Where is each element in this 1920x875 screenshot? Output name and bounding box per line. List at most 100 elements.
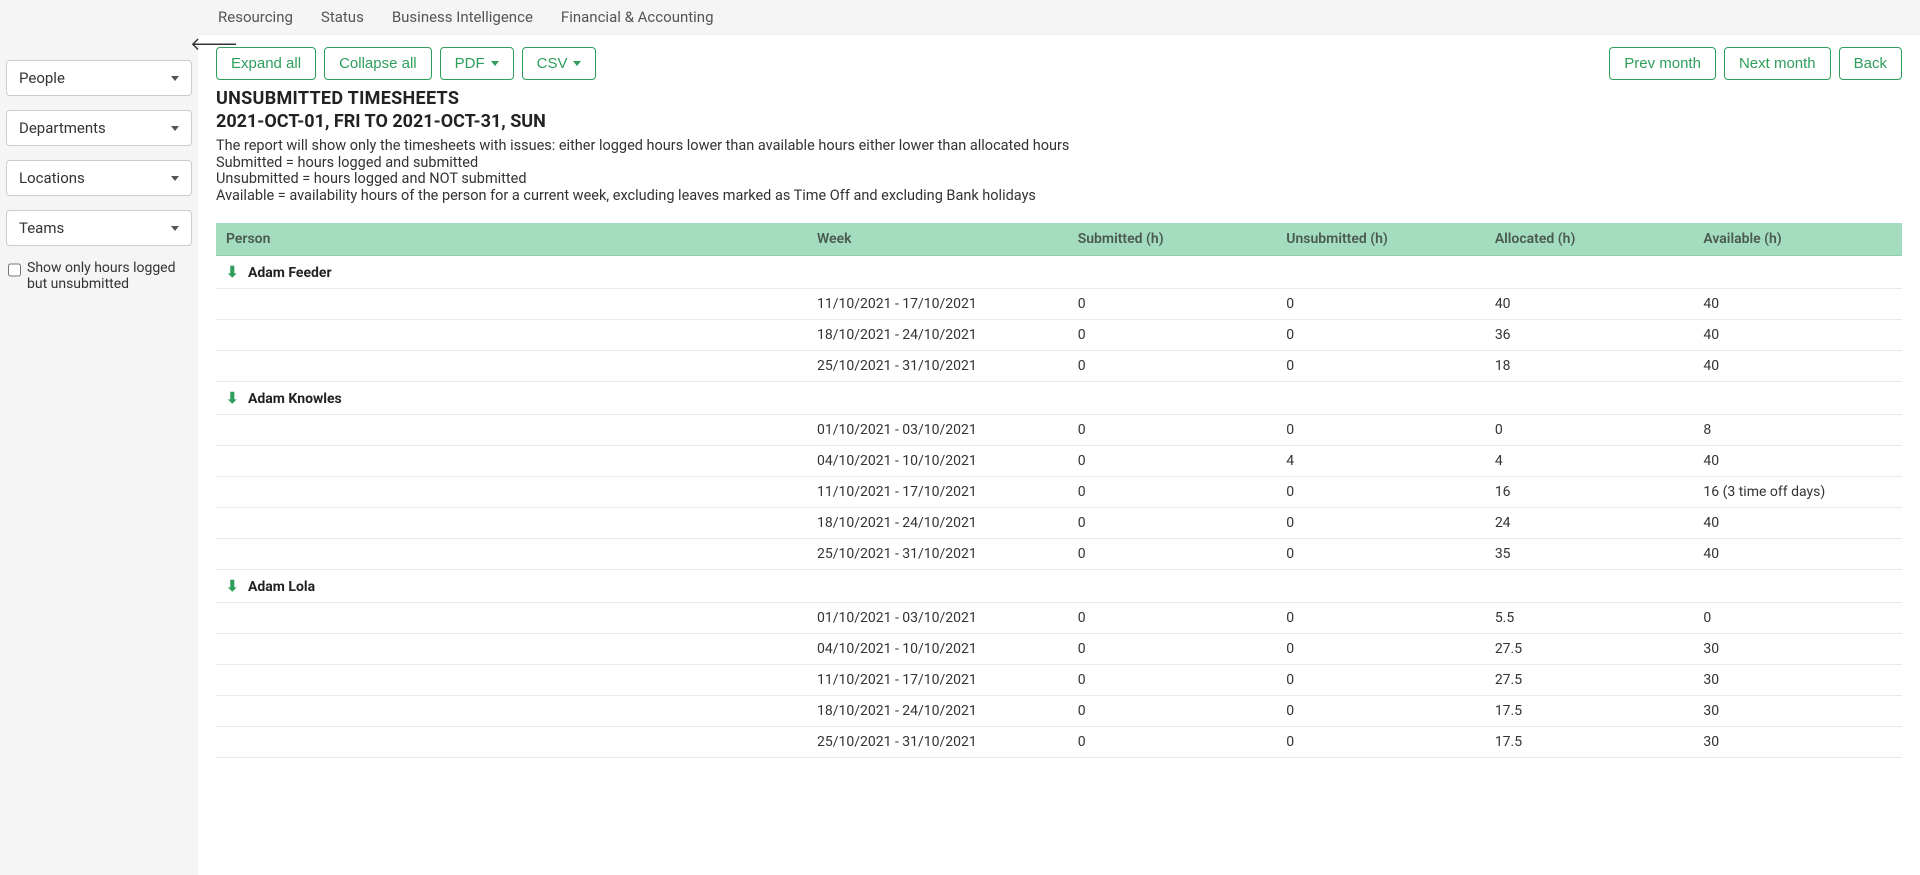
- filter-dropdown[interactable]: People: [6, 60, 192, 96]
- top-nav: Resourcing Status Business Intelligence Fin…: [198, 0, 1920, 35]
- cell-allocated: 27.5: [1485, 664, 1694, 695]
- content: Expand all Collapse all PDF CSV Prev mon…: [198, 35, 1920, 875]
- cell-person: [216, 414, 807, 445]
- collapse-icon[interactable]: ⬇: [226, 389, 242, 407]
- cell-available: 0: [1693, 602, 1902, 633]
- table-row: 25/10/2021 - 31/10/2021001840: [216, 350, 1902, 381]
- cell-week: 11/10/2021 - 17/10/2021: [807, 664, 1068, 695]
- cell-available: 40: [1693, 350, 1902, 381]
- sidebar: People Departments Locations Teams Show onl…: [0, 0, 198, 875]
- cell-allocated: 17.5: [1485, 695, 1694, 726]
- cell-submitted: 0: [1068, 445, 1277, 476]
- report-table: Person Week Submitted (h) Unsubmitted (h…: [216, 223, 1902, 758]
- chevron-down-icon: [171, 76, 179, 81]
- cell-submitted: 0: [1068, 664, 1277, 695]
- cell-week: 25/10/2021 - 31/10/2021: [807, 726, 1068, 757]
- cell-week: 18/10/2021 - 24/10/2021: [807, 507, 1068, 538]
- group-row[interactable]: ⬇Adam Lola: [216, 569, 1902, 602]
- cell-allocated: 0: [1485, 414, 1694, 445]
- col-allocated[interactable]: Allocated (h): [1485, 223, 1694, 256]
- collapse-all-button[interactable]: Collapse all: [324, 47, 432, 80]
- col-submitted[interactable]: Submitted (h): [1068, 223, 1277, 256]
- filter-label: Locations: [19, 169, 85, 187]
- table-row: 25/10/2021 - 31/10/20210017.530: [216, 726, 1902, 757]
- chevron-down-icon: [491, 61, 499, 66]
- cell-week: 18/10/2021 - 24/10/2021: [807, 319, 1068, 350]
- col-unsubmitted[interactable]: Unsubmitted (h): [1276, 223, 1485, 256]
- cell-allocated: 17.5: [1485, 726, 1694, 757]
- cell-available: 40: [1693, 319, 1902, 350]
- cell-allocated: 4: [1485, 445, 1694, 476]
- cell-person: [216, 319, 807, 350]
- nav-item[interactable]: Resourcing: [218, 8, 293, 26]
- table-row: 01/10/2021 - 03/10/2021005.50: [216, 602, 1902, 633]
- description-line: Available = availability hours of the pe…: [216, 188, 1902, 205]
- col-person[interactable]: Person: [216, 223, 807, 256]
- collapse-icon[interactable]: ⬇: [226, 263, 242, 281]
- cell-week: 01/10/2021 - 03/10/2021: [807, 602, 1068, 633]
- back-arrow-icon[interactable]: 🡐: [190, 34, 238, 55]
- nav-item[interactable]: Business Intelligence: [392, 8, 533, 26]
- cell-unsubmitted: 0: [1276, 695, 1485, 726]
- cell-week: 04/10/2021 - 10/10/2021: [807, 445, 1068, 476]
- cell-allocated: 16: [1485, 476, 1694, 507]
- next-month-button[interactable]: Next month: [1724, 47, 1831, 80]
- prev-month-button[interactable]: Prev month: [1609, 47, 1716, 80]
- cell-allocated: 40: [1485, 288, 1694, 319]
- filter-dropdown[interactable]: Teams: [6, 210, 192, 246]
- group-name: Adam Feeder: [248, 265, 332, 281]
- cell-person: [216, 726, 807, 757]
- table-row: 01/10/2021 - 03/10/20210008: [216, 414, 1902, 445]
- nav-item[interactable]: Financial & Accounting: [561, 8, 714, 26]
- cell-submitted: 0: [1068, 288, 1277, 319]
- cell-unsubmitted: 0: [1276, 664, 1485, 695]
- description: The report will show only the timesheets…: [216, 138, 1902, 205]
- csv-label: CSV: [537, 55, 568, 72]
- main: Resourcing Status Business Intelligence Fin…: [198, 0, 1920, 875]
- group-row[interactable]: ⬇ Adam Feeder: [216, 255, 1902, 288]
- filter-label: Departments: [19, 119, 106, 137]
- cell-submitted: 0: [1068, 319, 1277, 350]
- filter-dropdown[interactable]: Departments: [6, 110, 192, 146]
- chevron-down-icon: [573, 61, 581, 66]
- col-week[interactable]: Week: [807, 223, 1068, 256]
- collapse-icon[interactable]: ⬇: [226, 577, 242, 595]
- table-row: 04/10/2021 - 10/10/202104440: [216, 445, 1902, 476]
- cell-allocated: 5.5: [1485, 602, 1694, 633]
- cell-available: 40: [1693, 538, 1902, 569]
- cell-unsubmitted: 0: [1276, 476, 1485, 507]
- pdf-button[interactable]: PDF: [440, 47, 514, 80]
- cell-unsubmitted: 4: [1276, 445, 1485, 476]
- cell-unsubmitted: 0: [1276, 350, 1485, 381]
- show-unsubmitted-checkbox-row[interactable]: Show only hours logged but unsubmitted: [6, 260, 192, 292]
- cell-unsubmitted: 0: [1276, 414, 1485, 445]
- filter-label: Teams: [19, 219, 64, 237]
- cell-person: [216, 664, 807, 695]
- cell-available: 40: [1693, 507, 1902, 538]
- cell-unsubmitted: 0: [1276, 633, 1485, 664]
- cell-allocated: 35: [1485, 538, 1694, 569]
- cell-submitted: 0: [1068, 633, 1277, 664]
- cell-available: 8: [1693, 414, 1902, 445]
- cell-week: 11/10/2021 - 17/10/2021: [807, 288, 1068, 319]
- cell-available: 16 (3 time off days): [1693, 476, 1902, 507]
- group-row[interactable]: ⬇Adam Knowles: [216, 381, 1902, 414]
- cell-submitted: 0: [1068, 726, 1277, 757]
- back-button[interactable]: Back: [1839, 47, 1902, 80]
- cell-person: [216, 507, 807, 538]
- cell-unsubmitted: 0: [1276, 538, 1485, 569]
- cell-person: [216, 445, 807, 476]
- nav-item[interactable]: Status: [321, 8, 364, 26]
- col-available[interactable]: Available (h): [1693, 223, 1902, 256]
- cell-person: [216, 476, 807, 507]
- cell-available: 40: [1693, 445, 1902, 476]
- show-unsubmitted-checkbox[interactable]: [8, 262, 21, 278]
- csv-button[interactable]: CSV: [522, 47, 597, 80]
- cell-week: 04/10/2021 - 10/10/2021: [807, 633, 1068, 664]
- cell-submitted: 0: [1068, 414, 1277, 445]
- cell-week: 25/10/2021 - 31/10/2021: [807, 538, 1068, 569]
- filter-dropdown[interactable]: Locations: [6, 160, 192, 196]
- table-row: 11/10/2021 - 17/10/20210027.530: [216, 664, 1902, 695]
- cell-submitted: 0: [1068, 695, 1277, 726]
- description-line: Submitted = hours logged and submitted: [216, 155, 1902, 172]
